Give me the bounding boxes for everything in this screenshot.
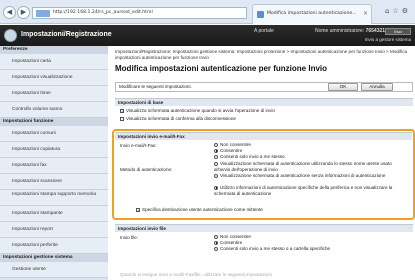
file-opt-allow-label: Consentire	[220, 240, 243, 245]
radio-icon[interactable]	[214, 173, 218, 178]
app-header: Impostazioni/Registrazione A portale Nom…	[0, 25, 415, 46]
basic-settings-heading: Impostazioni di base	[115, 98, 413, 106]
footer-note: Quando si esegue invio e-mail/I-Fax/file…	[120, 272, 272, 277]
specify-sender-option[interactable]: ✓ Specifica destinazione utente autentica…	[136, 207, 263, 213]
user-label: Nome amministratore:	[315, 28, 365, 34]
sidebar: Preferenze Impostazioni carta Impostazio…	[0, 46, 108, 280]
site-icon	[36, 10, 50, 17]
page-title: Modifica impostazioni autenticazione per…	[115, 64, 328, 73]
radio-icon[interactable]	[214, 234, 218, 239]
email-opt-allow-label: Consentire	[220, 148, 243, 153]
auth-screen-option[interactable]: ✓ Visualizza schermata autenticazione qua…	[120, 108, 275, 114]
tab-title: Modifica impostazioni autenticazione...	[267, 11, 357, 16]
sidebar-item-display[interactable]: Impostazioni visualizzazione	[0, 70, 108, 86]
app-title: Impostazioni/Registrazione	[21, 31, 112, 38]
file-opt-deny-label: Non consentire	[220, 234, 251, 239]
forward-button[interactable]: ▶	[17, 6, 30, 19]
portal-link[interactable]: A portale	[254, 28, 274, 34]
back-button[interactable]: ◀	[3, 6, 16, 19]
method-opt-device-info-label: Utilizzo informazioni di autenticazione …	[214, 185, 393, 196]
url-text: http://192.168.1.24/rs_pc_auread_edit.ht…	[53, 10, 153, 15]
sidebar-item-fax[interactable]: Impostazioni fax	[0, 158, 108, 174]
user-value: 7654321	[365, 28, 386, 34]
goto-admin-link[interactable]: Invio a gestore sistema	[365, 37, 411, 42]
method-opt-device-info[interactable]: Utilizzo informazioni di autenticazione …	[214, 185, 409, 196]
file-opt-allow[interactable]: Consentire	[214, 240, 242, 246]
email-opt-self[interactable]: Consenti solo invio a me stesso	[214, 154, 285, 160]
close-tab-icon[interactable]: ×	[363, 5, 368, 23]
file-opt-self[interactable]: Consenti solo invio a me stesso o a cart…	[214, 246, 330, 252]
radio-icon[interactable]	[214, 161, 218, 166]
specify-sender-checkbox[interactable]: ✓	[136, 207, 140, 212]
sidebar-section-function: Impostazioni funzione	[0, 118, 108, 126]
radio-icon[interactable]	[214, 246, 218, 251]
logout-confirm-label: Visualizza schermata di conferma alla di…	[126, 116, 236, 121]
email-send-label: Invio e-mail/I-Fax:	[120, 143, 157, 148]
cancel-button[interactable]: Annulla	[361, 83, 393, 91]
ok-button[interactable]: OK	[328, 83, 358, 91]
file-settings-heading: Impostazioni invio file	[115, 224, 413, 232]
settings-logo-icon	[4, 29, 17, 42]
auth-method-label: Metodo di autenticazione:	[120, 167, 173, 172]
radio-selected-icon[interactable]	[214, 240, 218, 245]
breadcrumb[interactable]: Impostazioni/Registrazione: Impostazioni…	[115, 49, 413, 60]
file-opt-self-label: Consenti solo invio a me stesso o a cart…	[220, 246, 331, 251]
radio-icon[interactable]	[214, 154, 218, 159]
forward-arrow-icon: ▶	[20, 8, 27, 16]
method-opt-same-user[interactable]: Visualizzazione schermata di autenticazi…	[214, 161, 409, 172]
sidebar-item-common[interactable]: Impostazioni comuni	[0, 126, 108, 142]
user-info: Nome amministratore: 7654321	[315, 28, 385, 34]
browser-tab[interactable]: Modifica impostazioni autenticazione... …	[252, 4, 372, 24]
method-opt-no-info-label: Visualizzazione schermata di autenticazi…	[220, 173, 386, 178]
logout-confirm-option[interactable]: Visualizza schermata di conferma alla di…	[120, 116, 236, 122]
sidebar-item-printer[interactable]: Impostazioni stampante	[0, 206, 108, 222]
method-opt-no-info[interactable]: Visualizzazione schermata di autenticazi…	[214, 173, 409, 179]
sidebar-item-preferred[interactable]: Impostazioni perferite	[0, 238, 108, 254]
address-bar[interactable]: http://192.168.1.24/rs_pc_auread_edit.ht…	[32, 7, 247, 19]
file-send-label: Invio file:	[120, 235, 139, 240]
sidebar-section-preferences: Preferenze	[0, 46, 108, 54]
auth-screen-checkbox[interactable]: ✓	[120, 108, 124, 113]
radio-selected-icon[interactable]	[214, 148, 218, 153]
radio-selected-icon[interactable]	[214, 185, 218, 190]
toolbar-icons[interactable]: ⌂☆⚙	[385, 7, 411, 15]
specify-sender-label: Specifica destinazione utente autenticaz…	[142, 207, 263, 212]
sidebar-item-paper[interactable]: Impostazioni carta	[0, 54, 108, 70]
back-arrow-icon: ◀	[6, 8, 13, 16]
main-content: Impostazioni/Registrazione: Impostazioni…	[110, 46, 415, 280]
browser-chrome: ◀ ▶ http://192.168.1.24/rs_pc_auread_edi…	[0, 0, 415, 24]
page-icon	[257, 11, 264, 18]
email-settings-heading: Impostazioni invio e-mail/I-Fax	[115, 132, 412, 140]
radio-icon[interactable]	[214, 142, 218, 147]
email-opt-self-label: Consenti solo invio a me stesso	[220, 154, 285, 159]
sidebar-item-memory-print[interactable]: Impostazioni stampa supporto memoria	[0, 190, 108, 206]
sidebar-item-copy[interactable]: Impostazioni copiatura	[0, 142, 108, 158]
file-opt-deny[interactable]: Non consentire	[214, 234, 251, 240]
logout-confirm-checkbox[interactable]	[120, 116, 124, 121]
logout-button[interactable]: Esci	[385, 28, 411, 35]
sidebar-item-volume[interactable]: Controllo volume suono	[0, 102, 108, 118]
email-opt-deny-label: Non consentire	[220, 142, 251, 147]
email-opt-deny[interactable]: Non consentire	[214, 142, 251, 148]
method-opt-same-user-label: Visualizzazione schermata di autenticazi…	[214, 161, 392, 172]
sidebar-item-scan[interactable]: Impostazioni scansione	[0, 174, 108, 190]
auth-screen-label: Visualizza schermata autenticazione quan…	[126, 108, 275, 113]
sidebar-item-timer[interactable]: Impostazioni timer	[0, 86, 108, 102]
sidebar-item-report[interactable]: Impostazioni report	[0, 222, 108, 238]
email-opt-allow[interactable]: Consentire	[214, 148, 242, 154]
sidebar-item-user-mgmt[interactable]: Gestione utente	[0, 262, 108, 278]
sidebar-section-system: Impostazioni gestione sistema	[0, 254, 108, 262]
